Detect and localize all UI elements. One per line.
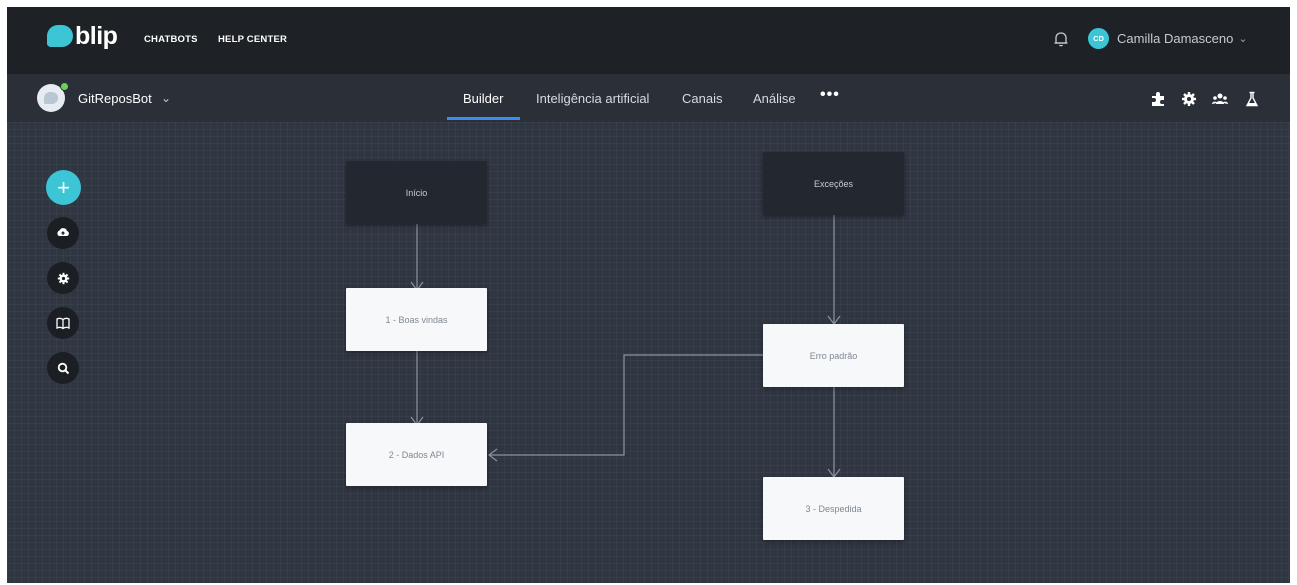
active-tab-indicator [447,117,520,120]
node-label: Início [405,187,428,198]
node-label: Exceções [813,178,854,189]
tab-analise[interactable]: Análise [753,91,796,106]
logo-text: blip [75,22,118,50]
node-label: Erro padrão [809,350,858,361]
flow-node-boas-vindas[interactable]: 1 - Boas vindas [346,288,487,351]
logo-bubble-icon [47,25,73,47]
flow-node-inicio[interactable]: Início [346,161,487,224]
nav-chatbots[interactable]: CHATBOTS [144,34,198,45]
book-icon [56,317,70,329]
flow-settings-button[interactable] [47,262,79,294]
builder-app: blip CHATBOTS HELP CENTER CD Camilla Dam… [7,7,1290,583]
chevron-down-icon[interactable]: ⌄ [161,91,171,105]
nav-help-center[interactable]: HELP CENTER [218,34,287,45]
user-menu[interactable]: CD Camilla Damasceno ⌄ [1088,28,1248,49]
bot-online-status-icon [60,82,69,91]
blip-logo[interactable]: blip [47,22,118,50]
tab-canais[interactable]: Canais [682,91,722,106]
user-avatar: CD [1088,28,1109,49]
node-label: 2 - Dados API [388,449,445,460]
documentation-button[interactable] [47,307,79,339]
search-button[interactable] [47,352,79,384]
settings-icon [57,272,69,284]
bell-icon[interactable] [1052,30,1070,48]
settings-icon[interactable] [1181,91,1197,107]
plus-icon: + [57,175,70,200]
connector-erro-padrao-dados-api [489,354,763,456]
add-block-button[interactable]: + [46,170,81,205]
node-label: 3 - Despedida [805,503,862,514]
tab-builder[interactable]: Builder [463,91,503,106]
flow-node-despedida[interactable]: 3 - Despedida [763,477,904,540]
lab-flask-icon[interactable] [1244,91,1260,107]
top-header: blip CHATBOTS HELP CENTER CD Camilla Dam… [7,7,1290,74]
chevron-down-icon: ⌄ [1238,33,1248,45]
flow-canvas[interactable]: + Início Exceções 1 - Boas vindas Erro p… [7,122,1290,583]
more-tabs-button[interactable]: ••• [820,86,840,104]
user-name: Camilla Damasceno [1117,31,1234,46]
flow-node-excecoes[interactable]: Exceções [763,152,904,215]
extensions-icon[interactable] [1150,91,1166,107]
search-icon [57,362,69,374]
flow-connectors [410,214,841,478]
publish-button[interactable] [47,217,79,249]
bot-toolbar: GitReposBot ⌄ Builder Inteligência artif… [7,74,1290,122]
flow-node-dados-api[interactable]: 2 - Dados API [346,423,487,486]
upload-icon [57,228,69,236]
team-icon[interactable] [1212,91,1228,107]
tab-inteligencia-artificial[interactable]: Inteligência artificial [536,91,649,106]
flow-node-erro-padrao[interactable]: Erro padrão [763,324,904,387]
bot-name[interactable]: GitReposBot [78,91,152,106]
node-label: 1 - Boas vindas [385,314,448,325]
